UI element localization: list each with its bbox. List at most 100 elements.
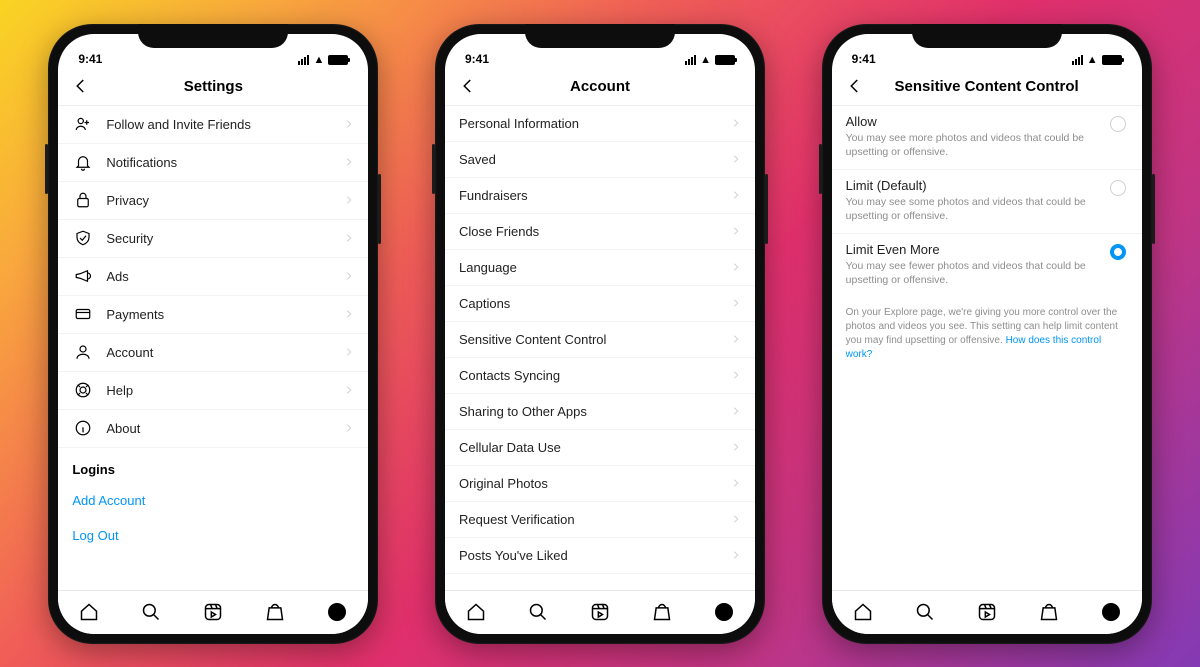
- settings-row-card[interactable]: Payments: [58, 296, 368, 334]
- settings-row-shield[interactable]: Security: [58, 220, 368, 258]
- log-out-link[interactable]: Log Out: [58, 518, 368, 553]
- notch: [912, 24, 1062, 48]
- gradient-stage: 9:41 ▲ Settings Follow and Invite Friend…: [0, 0, 1200, 667]
- chevron-left-icon: [846, 77, 864, 95]
- settings-row-lifebuoy[interactable]: Help: [58, 372, 368, 410]
- megaphone-icon: [72, 267, 94, 285]
- scc-option-sub: You may see fewer photos and videos that…: [846, 259, 1100, 287]
- signal-icon: [1072, 55, 1083, 65]
- chevron-right-icon: [344, 193, 354, 208]
- chevron-right-icon: [344, 117, 354, 132]
- lock-icon: [72, 191, 94, 209]
- scc-option-title: Allow: [846, 114, 1100, 129]
- tab-profile[interactable]: [704, 603, 744, 621]
- account-row[interactable]: Request Verification: [445, 502, 755, 538]
- tab-bar: [445, 590, 755, 634]
- account-row[interactable]: Cellular Data Use: [445, 430, 755, 466]
- wifi-icon: ▲: [313, 54, 324, 66]
- wifi-icon: ▲: [1087, 54, 1098, 66]
- header-title: Account: [570, 78, 630, 95]
- account-row[interactable]: Posts You've Liked: [445, 538, 755, 574]
- phone-account: 9:41 ▲ Account Personal InformationSaved…: [435, 24, 765, 644]
- tab-shop[interactable]: [1029, 602, 1069, 622]
- tab-profile[interactable]: [317, 603, 357, 621]
- scc-options: Allow You may see more photos and videos …: [832, 106, 1142, 590]
- account-row[interactable]: Fundraisers: [445, 178, 755, 214]
- account-row[interactable]: Saved: [445, 142, 755, 178]
- screen-scc: 9:41 ▲ Sensitive Content Control AllowYo…: [832, 34, 1142, 634]
- account-row[interactable]: Personal Information: [445, 106, 755, 142]
- chevron-left-icon: [459, 77, 477, 95]
- account-row-label: Fundraisers: [459, 188, 528, 203]
- tab-home[interactable]: [69, 602, 109, 622]
- account-row[interactable]: Language: [445, 250, 755, 286]
- account-row[interactable]: Sharing to Other Apps: [445, 394, 755, 430]
- chevron-right-icon: [731, 152, 741, 167]
- chevron-right-icon: [344, 421, 354, 436]
- screen-settings: 9:41 ▲ Settings Follow and Invite Friend…: [58, 34, 368, 634]
- settings-row-label: Notifications: [106, 155, 177, 170]
- info-icon: [72, 419, 94, 437]
- tab-profile[interactable]: [1091, 603, 1131, 621]
- settings-row-megaphone[interactable]: Ads: [58, 258, 368, 296]
- scc-option[interactable]: Allow You may see more photos and videos …: [832, 106, 1142, 170]
- screen-account: 9:41 ▲ Account Personal InformationSaved…: [445, 34, 755, 634]
- account-row-label: Sensitive Content Control: [459, 332, 606, 347]
- tab-search[interactable]: [905, 602, 945, 622]
- chevron-right-icon: [344, 155, 354, 170]
- scc-learn-more-link[interactable]: How does this control work?: [846, 335, 1102, 360]
- chevron-right-icon: [731, 548, 741, 563]
- tab-home[interactable]: [843, 602, 883, 622]
- add-account-link[interactable]: Add Account: [58, 483, 368, 518]
- tab-search[interactable]: [518, 602, 558, 622]
- account-row[interactable]: Captions: [445, 286, 755, 322]
- radio-icon: [1110, 242, 1128, 287]
- tab-reels[interactable]: [580, 602, 620, 622]
- scc-fineprint: On your Explore page, we're giving you m…: [832, 298, 1142, 362]
- status-time: 9:41: [465, 52, 489, 66]
- chevron-right-icon: [344, 307, 354, 322]
- settings-row-user[interactable]: Account: [58, 334, 368, 372]
- signal-icon: [685, 55, 696, 65]
- tab-reels[interactable]: [193, 602, 233, 622]
- account-row[interactable]: Contacts Syncing: [445, 358, 755, 394]
- account-row-label: Sharing to Other Apps: [459, 404, 587, 419]
- radio-icon: [1110, 178, 1128, 223]
- status-time: 9:41: [852, 52, 876, 66]
- tab-shop[interactable]: [642, 602, 682, 622]
- settings-row-lock[interactable]: Privacy: [58, 182, 368, 220]
- back-button[interactable]: [66, 68, 96, 105]
- battery-icon: [328, 55, 348, 65]
- back-button[interactable]: [840, 68, 870, 105]
- account-row-label: Language: [459, 260, 517, 275]
- tab-shop[interactable]: [255, 602, 295, 622]
- settings-row-friends[interactable]: Follow and Invite Friends: [58, 106, 368, 144]
- settings-row-info[interactable]: About: [58, 410, 368, 448]
- account-row[interactable]: Sensitive Content Control: [445, 322, 755, 358]
- scc-option[interactable]: Limit (Default)You may see some photos a…: [832, 170, 1142, 234]
- tab-search[interactable]: [131, 602, 171, 622]
- scc-option[interactable]: Limit Even More You may see fewer photos …: [832, 234, 1142, 297]
- scc-option-sub: You may see some photos and videos that …: [846, 195, 1100, 223]
- chevron-right-icon: [731, 476, 741, 491]
- chevron-right-icon: [731, 116, 741, 131]
- back-button[interactable]: [453, 68, 483, 105]
- friends-icon: [72, 115, 94, 133]
- chevron-left-icon: [72, 77, 90, 95]
- account-row[interactable]: Original Photos: [445, 466, 755, 502]
- settings-row-label: Security: [106, 231, 153, 246]
- settings-row-label: Account: [106, 345, 153, 360]
- settings-row-label: Ads: [106, 269, 128, 284]
- scc-option-sub: You may see more photos and videos that …: [846, 131, 1100, 159]
- account-row-label: Cellular Data Use: [459, 440, 561, 455]
- account-row[interactable]: Close Friends: [445, 214, 755, 250]
- tab-reels[interactable]: [967, 602, 1007, 622]
- scc-option-title: Limit Even More: [846, 242, 1100, 257]
- settings-row-label: Privacy: [106, 193, 149, 208]
- chevron-right-icon: [344, 231, 354, 246]
- settings-row-bell[interactable]: Notifications: [58, 144, 368, 182]
- lifebuoy-icon: [72, 381, 94, 399]
- tab-home[interactable]: [456, 602, 496, 622]
- settings-row-label: Help: [106, 383, 133, 398]
- tab-bar: [58, 590, 368, 634]
